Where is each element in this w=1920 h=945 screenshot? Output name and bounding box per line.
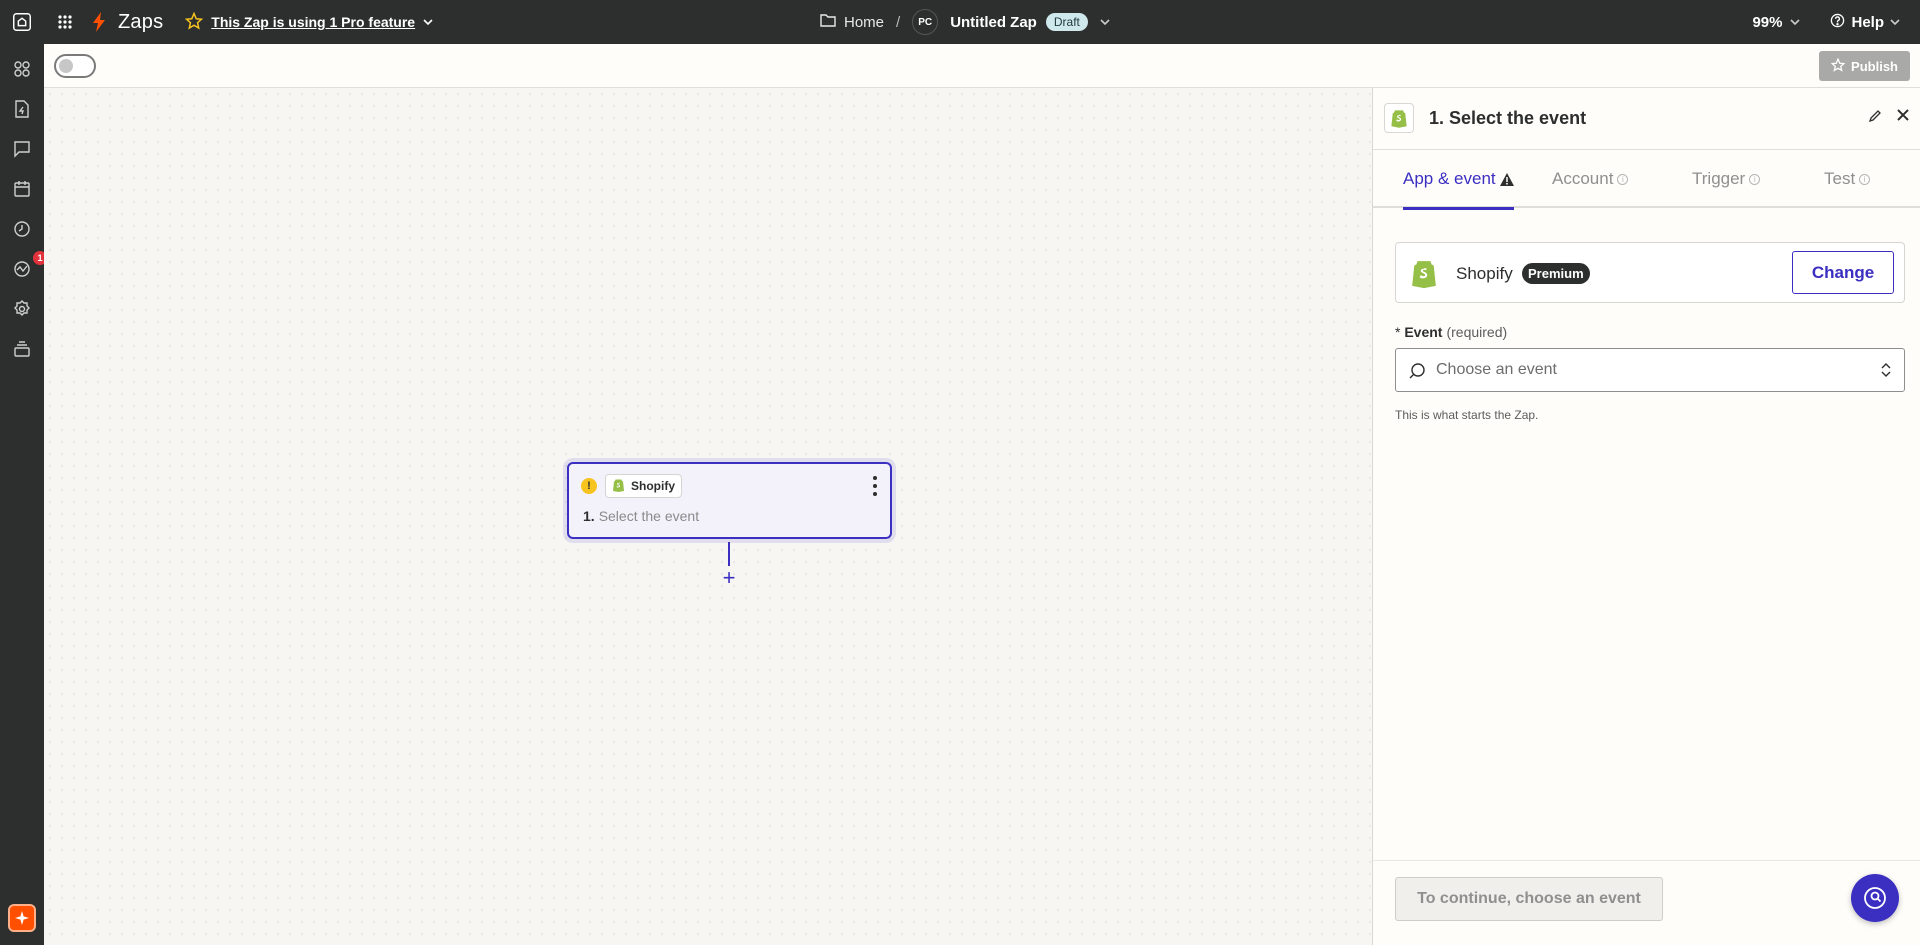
node-step-label: 1. Select the event [583,508,700,524]
toggle-knob [59,59,73,73]
breadcrumb-home[interactable]: Home [820,13,884,31]
zap-title[interactable]: Untitled Zap [950,14,1037,31]
breadcrumb: Home / PC Untitled Zap Draft [820,0,1110,44]
tab-trigger[interactable]: Trigger i [1692,150,1761,208]
warning-icon: ! [581,478,597,494]
history-icon[interactable] [11,218,33,240]
top-right-controls: 99% Help [1752,0,1920,44]
top-bar: Zaps This Zap is using 1 Pro feature Hom… [0,0,1920,44]
chat-icon[interactable] [11,138,33,160]
shopify-icon [1384,103,1414,133]
event-select[interactable]: Choose an event [1395,348,1905,392]
close-icon[interactable] [1895,107,1913,125]
zap-bolt-icon [92,12,106,32]
chevron-down-icon [1790,14,1801,31]
info-icon: i [1859,173,1871,185]
panel-title: 1. Select the event [1429,108,1587,128]
help-circle-icon [1830,13,1845,32]
home-icon[interactable] [0,0,44,44]
layers-icon[interactable] [11,338,33,360]
settings-icon[interactable] [11,298,33,320]
step-connector [728,542,730,566]
zap-on-off-toggle[interactable] [54,54,96,78]
change-app-button[interactable]: Change [1792,251,1894,294]
zap-canvas[interactable]: ! Shopify 1. Select the event + [44,88,1372,945]
left-rail: 1 [0,44,47,945]
calendar-icon[interactable] [11,178,33,200]
panel-tabs: App & event Account i Trigger i Test i [1373,150,1920,210]
event-hint: This is what starts the Zap. [1395,408,1539,422]
chevron-down-icon [423,14,433,30]
selected-app-card: Shopify Premium Change [1395,242,1905,303]
event-field-label: * Event (required) [1395,324,1508,340]
info-icon: i [1617,173,1629,185]
edit-pencil-icon[interactable] [1868,109,1884,125]
add-step-button[interactable]: + [719,567,739,589]
editor-toolbar: Publish [44,44,1920,88]
step-config-panel: 1. Select the event App & event Account … [1372,88,1920,945]
folder-icon [820,13,836,31]
zoom-control[interactable]: 99% [1752,14,1801,31]
breadcrumb-separator: / [896,13,901,31]
search-icon [1408,362,1426,385]
tab-test[interactable]: Test i [1824,150,1871,208]
trigger-step-node[interactable]: ! Shopify 1. Select the event [567,462,892,539]
apps-icon[interactable] [11,58,33,80]
node-app-chip: Shopify [605,474,682,498]
shopify-icon [1410,257,1438,294]
zap-file-icon[interactable] [11,98,33,120]
status-badge: Draft [1045,13,1088,31]
publish-button[interactable]: Publish [1819,51,1910,81]
avatar[interactable]: PC [912,9,939,35]
shopify-icon [612,478,625,495]
more-vertical-icon[interactable] [872,476,878,496]
pro-feature-text: This Zap is using 1 Pro feature [211,14,416,30]
event-select-placeholder: Choose an event [1436,361,1557,378]
pro-feature-button[interactable]: This Zap is using 1 Pro feature [184,11,433,33]
info-icon: i [1749,173,1761,185]
panel-header: 1. Select the event [1373,88,1920,150]
chevron-down-icon[interactable] [1100,14,1110,31]
warning-triangle-icon [1499,172,1514,186]
premium-badge: Premium [1522,263,1590,284]
star-icon [184,11,204,33]
ai-copilot-icon[interactable] [8,904,36,932]
tab-app-event[interactable]: App & event [1403,150,1514,210]
up-down-chevron-icon [1880,361,1892,384]
tab-account[interactable]: Account i [1552,150,1629,208]
app-name: Shopify [1456,264,1513,283]
help-button[interactable]: Help [1830,13,1900,32]
star-icon [1830,57,1846,75]
chevron-down-icon [1890,14,1900,31]
zaps-brand[interactable]: Zaps [118,11,163,34]
continue-button[interactable]: To continue, choose an event [1395,877,1663,921]
app-grid-icon[interactable] [52,0,78,44]
help-chat-icon[interactable] [1851,874,1899,922]
activity-icon[interactable]: 1 [11,251,47,280]
panel-footer: To continue, choose an event [1373,860,1920,945]
